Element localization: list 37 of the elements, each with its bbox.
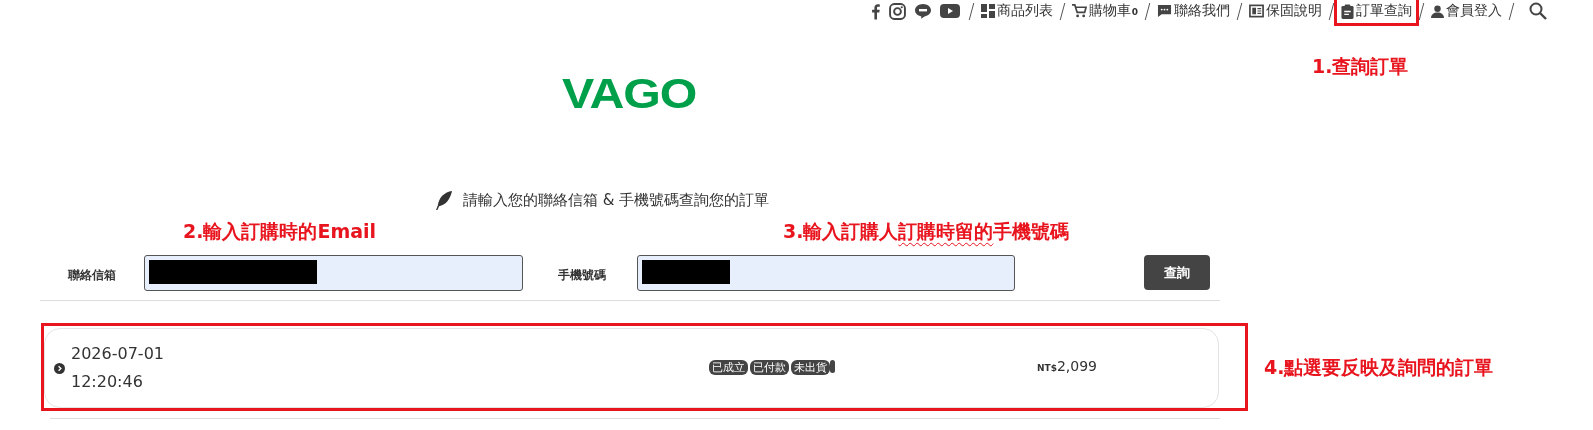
annotation-text: 3.輸入訂購人訂購時留的手機號碼 [783, 219, 1070, 244]
order-row[interactable]: 2026-07-01 12:20:46 已成立 已付款 未出貨 NT$2,099 [44, 328, 1219, 408]
field-label: 聯絡信箱 [68, 267, 116, 284]
query-button[interactable]: 查詢 [1144, 255, 1210, 290]
instagram-icon[interactable] [888, 2, 906, 20]
nav-link[interactable]: 商品列表 [973, 0, 1060, 26]
feather-icon [436, 191, 453, 210]
status-badge: 已成立 [709, 360, 748, 375]
field-label: 手機號碼 [558, 267, 606, 284]
facebook-icon[interactable] [870, 2, 881, 20]
annotation-text: 1.查詢訂單 [1312, 54, 1409, 79]
search-icon[interactable] [1529, 2, 1547, 20]
instruction-text: 請輸入您的聯絡信箱 & 手機號碼查詢您的訂單 [463, 191, 770, 210]
speech-bubble-icon[interactable] [913, 3, 932, 19]
order-price: NT$2,099 [1037, 358, 1098, 374]
nav-link[interactable]: 購物車0 [1064, 0, 1145, 26]
cart-icon [1071, 4, 1087, 18]
annotation-text: 4.點選要反映及詢問的訂單 [1264, 355, 1494, 380]
pill-shape [830, 360, 835, 373]
order-time: 12:20:46 [71, 371, 144, 393]
phone-field[interactable] [637, 255, 1015, 291]
nav-link[interactable]: 保固說明 [1242, 0, 1329, 26]
nav-link[interactable]: 聯絡我們 [1150, 0, 1237, 26]
chat-icon [1157, 4, 1172, 18]
status-badge: 未出貨 [791, 360, 830, 375]
user-icon [1431, 4, 1444, 18]
play-icon[interactable] [939, 4, 960, 18]
nav-link[interactable]: 訂單查詢 [1334, 0, 1419, 26]
book-icon [1249, 4, 1264, 18]
status-badge: 已付款 [750, 360, 789, 375]
order-date: 2026-07-01 [71, 343, 164, 365]
clipboard-icon [1341, 3, 1354, 19]
nav-link[interactable]: 會員登入 [1424, 0, 1509, 26]
chevron-icon [54, 362, 65, 374]
grid-icon [980, 4, 995, 18]
email-field[interactable] [144, 255, 523, 291]
annotation-text: 2.輸入訂購時的Email [183, 219, 377, 244]
